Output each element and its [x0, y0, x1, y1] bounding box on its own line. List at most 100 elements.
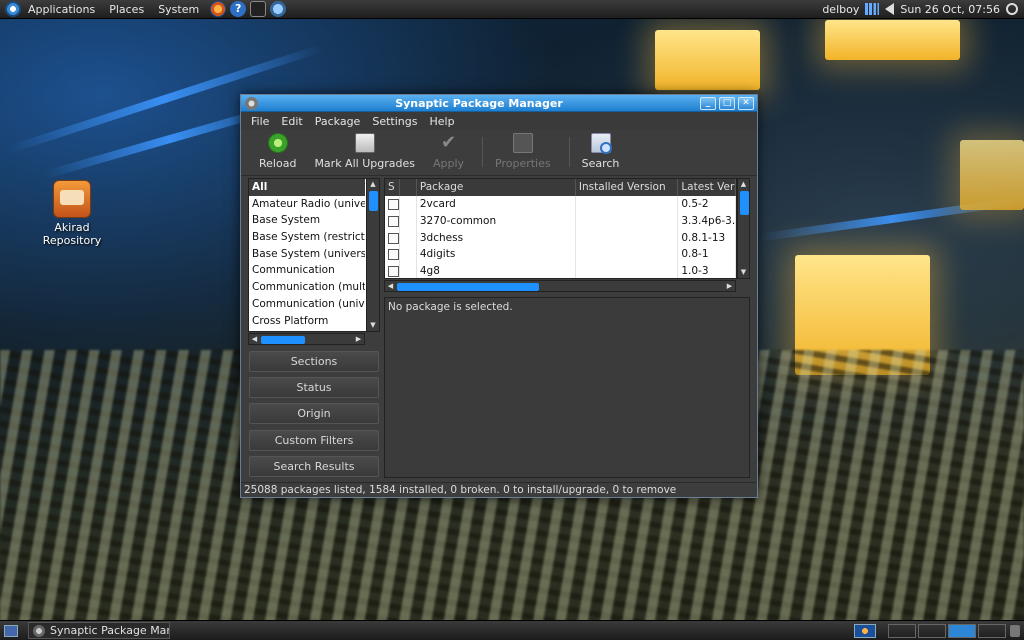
properties-button[interactable]: Properties — [495, 133, 551, 170]
latest-version: 0.8-1 — [678, 246, 736, 264]
section-item[interactable]: Base System (universe) — [249, 246, 365, 263]
column-status[interactable]: S — [385, 179, 400, 196]
synaptic-icon[interactable] — [245, 96, 258, 110]
distro-logo-icon[interactable] — [5, 1, 21, 17]
package-checkbox[interactable] — [388, 232, 399, 244]
scrollbar-thumb[interactable] — [740, 191, 749, 215]
volume-icon[interactable] — [885, 3, 895, 15]
origin-button[interactable]: Origin — [249, 403, 379, 424]
scroll-left-arrow-icon[interactable]: ◀ — [385, 281, 396, 291]
row-icon-cell — [400, 212, 417, 230]
section-item[interactable]: Communication (multiverse) — [249, 279, 365, 296]
search-icon — [590, 133, 612, 154]
row-status-cell[interactable] — [385, 246, 400, 264]
section-item[interactable]: Amateur Radio (universe) — [249, 196, 365, 213]
terminal-icon[interactable] — [250, 1, 267, 17]
chat-icon[interactable] — [270, 1, 287, 17]
row-status-cell[interactable] — [385, 229, 400, 247]
workspace-4[interactable] — [978, 623, 1006, 638]
reload-button[interactable]: Reload — [259, 133, 296, 170]
package-table[interactable]: S Package Installed Version Latest Versi… — [384, 178, 737, 279]
minimize-button[interactable]: _ — [700, 96, 716, 110]
table-row[interactable]: 2vcard 0.5-2 — [385, 196, 736, 213]
row-icon-cell — [400, 263, 417, 278]
sections-list[interactable]: All Amateur Radio (universe) Base System… — [248, 178, 380, 332]
clock[interactable]: Sun 26 Oct, 07:56 — [900, 3, 1000, 16]
package-checkbox[interactable] — [388, 199, 399, 210]
scroll-down-arrow-icon[interactable]: ▼ — [738, 267, 749, 278]
network-icon[interactable] — [865, 3, 880, 15]
menu-file[interactable]: File — [245, 115, 275, 128]
menu-help[interactable]: Help — [423, 115, 460, 128]
section-item[interactable]: Communication — [249, 262, 365, 279]
package-name: 3dchess — [417, 229, 576, 247]
sections-vertical-scrollbar[interactable]: ▲ ▼ — [366, 179, 379, 331]
scroll-right-arrow-icon[interactable]: ▶ — [724, 281, 735, 291]
show-desktop-icon[interactable] — [4, 624, 18, 637]
row-status-cell[interactable] — [385, 196, 400, 213]
task-label: Synaptic Package Manager — [50, 624, 169, 637]
section-item[interactable]: Communication (universe) — [249, 296, 365, 313]
user-name[interactable]: delboy — [822, 3, 859, 16]
scrollbar-thumb[interactable] — [397, 283, 539, 291]
apply-button[interactable]: ✔ Apply — [433, 132, 464, 171]
workspace-1[interactable] — [888, 623, 916, 638]
workspace-3[interactable] — [948, 623, 976, 638]
workspace-2[interactable] — [918, 623, 946, 638]
section-item[interactable]: Cross Platform — [249, 313, 365, 330]
taskbar-synaptic-button[interactable]: Synaptic Package Manager — [28, 622, 170, 639]
table-row[interactable]: 3270-common 3.3.4p6-3.3 — [385, 212, 736, 230]
section-item[interactable]: Base System (restricted) — [249, 229, 365, 246]
status-button[interactable]: Status — [249, 377, 379, 398]
table-row[interactable]: 4g8 1.0-3 — [385, 263, 736, 278]
row-status-cell[interactable] — [385, 212, 400, 230]
scroll-up-arrow-icon[interactable]: ▲ — [738, 179, 749, 190]
close-button[interactable]: ✕ — [738, 96, 754, 110]
row-status-cell[interactable] — [385, 263, 400, 278]
section-item[interactable]: All — [249, 179, 365, 196]
custom-filters-button[interactable]: Custom Filters — [249, 430, 379, 451]
section-item[interactable]: Base System — [249, 212, 365, 229]
firefox-icon[interactable] — [210, 1, 227, 17]
package-checkbox[interactable] — [388, 249, 399, 261]
trash-icon[interactable] — [1010, 624, 1020, 637]
scroll-down-arrow-icon[interactable]: ▼ — [367, 320, 379, 331]
column-latest-version[interactable]: Latest Version — [678, 179, 736, 196]
package-checkbox[interactable] — [388, 215, 399, 227]
help-icon[interactable]: ? — [230, 1, 247, 17]
properties-icon — [512, 133, 533, 153]
scrollbar-thumb[interactable] — [261, 336, 305, 344]
menu-package[interactable]: Package — [309, 115, 367, 128]
scroll-left-arrow-icon[interactable]: ◀ — [249, 334, 260, 344]
desktop-icon-akirad-repository[interactable]: Akirad Repository — [26, 180, 118, 247]
packages-horizontal-scrollbar[interactable]: ◀ ▶ — [384, 280, 736, 292]
scroll-up-arrow-icon[interactable]: ▲ — [367, 179, 379, 190]
menu-system[interactable]: System — [151, 3, 206, 16]
table-row[interactable]: 3dchess 0.8.1-13 — [385, 229, 736, 247]
reload-icon — [267, 133, 288, 153]
column-package[interactable]: Package — [417, 179, 576, 196]
column-icon[interactable] — [400, 179, 417, 196]
package-checkbox[interactable] — [388, 266, 399, 278]
firefox-task-icon[interactable] — [854, 623, 876, 638]
search-results-button[interactable]: Search Results — [249, 456, 379, 477]
search-button[interactable]: Search — [582, 133, 619, 170]
sections-button[interactable]: Sections — [249, 351, 379, 372]
scroll-right-arrow-icon[interactable]: ▶ — [353, 334, 364, 344]
column-installed-version[interactable]: Installed Version — [576, 179, 679, 196]
menu-edit[interactable]: Edit — [275, 115, 308, 128]
packages-vertical-scrollbar[interactable]: ▲ ▼ — [737, 178, 750, 279]
sections-horizontal-scrollbar[interactable]: ◀ ▶ — [248, 333, 365, 345]
menu-settings[interactable]: Settings — [366, 115, 423, 128]
row-icon-cell — [400, 229, 417, 247]
menu-places[interactable]: Places — [102, 3, 151, 16]
scrollbar-thumb[interactable] — [369, 191, 378, 211]
menu-applications[interactable]: Applications — [21, 3, 102, 16]
table-row[interactable]: 4digits 0.8-1 — [385, 246, 736, 264]
checkmark-icon: ✔ — [440, 132, 457, 153]
window-titlebar[interactable]: Synaptic Package Manager _ □ ✕ — [241, 95, 757, 112]
bottom-panel: Synaptic Package Manager — [0, 620, 1024, 640]
power-icon[interactable] — [1006, 3, 1018, 15]
maximize-button[interactable]: □ — [719, 96, 735, 110]
mark-all-upgrades-button[interactable]: Mark All Upgrades — [314, 133, 415, 170]
